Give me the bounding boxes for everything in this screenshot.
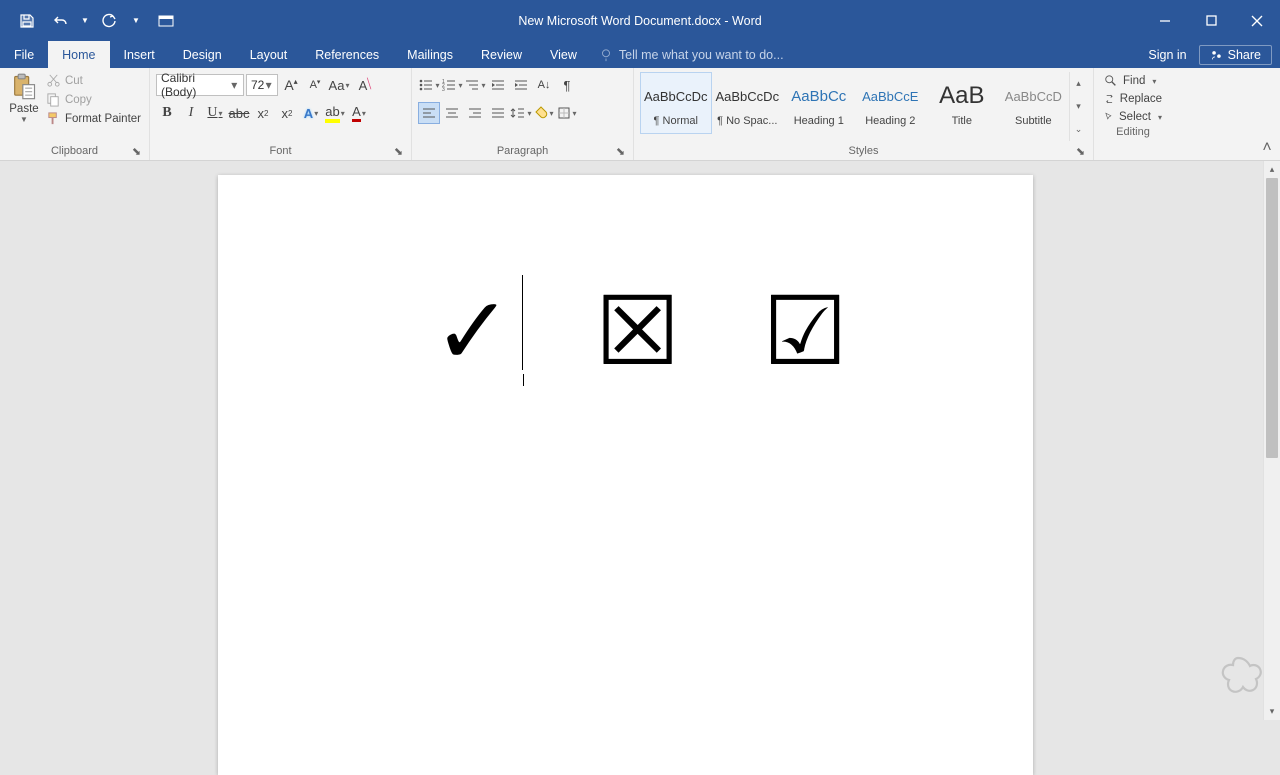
cut-button[interactable]: Cut [46,73,141,88]
superscript-button[interactable]: x2 [276,102,298,124]
underline-button[interactable]: U▾ [204,102,226,124]
increase-indent-button[interactable] [510,74,532,96]
tab-review[interactable]: Review [467,41,536,68]
tab-home[interactable]: Home [48,41,109,68]
tab-references[interactable]: References [301,41,393,68]
tab-design[interactable]: Design [169,41,236,68]
font-color-button[interactable]: A▾ [348,102,370,124]
styles-group-label: Styles⬊ [640,143,1087,160]
ribbon-tabs: File Home Insert Design Layout Reference… [0,41,1280,68]
text-cursor-ibeam [523,374,524,386]
highlight-button[interactable]: ab▾ [324,102,346,124]
document-area: ✓ ☒ ☑ [0,161,1280,720]
text-cursor [522,275,523,370]
replace-button[interactable]: Replace [1104,92,1162,106]
subscript-button[interactable]: x2 [252,102,274,124]
document-text[interactable]: ✓ ☒ ☑ [433,285,876,380]
paste-button[interactable]: Paste ▼ [6,70,42,124]
maximize-button[interactable] [1188,0,1234,41]
italic-button[interactable]: I [180,102,202,124]
style-heading-1[interactable]: AaBbCcHeading 1 [783,72,855,134]
window-controls [1142,0,1280,41]
style-heading-2[interactable]: AaBbCcEHeading 2 [855,72,927,134]
tell-me-search[interactable]: Tell me what you want to do... [599,41,784,68]
tab-mailings[interactable]: Mailings [393,41,467,68]
strikethrough-button[interactable]: abc [228,102,250,124]
multilevel-list-button[interactable]: ▾ [464,74,486,96]
grow-font-button[interactable]: A▴ [280,74,302,96]
sign-in-link[interactable]: Sign in [1148,48,1186,62]
style-no-spacing[interactable]: AaBbCcDc¶ No Spac... [712,72,784,134]
tab-view[interactable]: View [536,41,591,68]
tab-insert[interactable]: Insert [110,41,169,68]
bold-button[interactable]: B [156,102,178,124]
sort-button[interactable]: A↓ [533,74,555,96]
vertical-scrollbar[interactable]: ▴ ▾ [1263,161,1280,720]
decrease-indent-button[interactable] [487,74,509,96]
bullets-button[interactable]: ▾ [418,74,440,96]
svg-text:3: 3 [442,87,445,92]
title-bar: ▼ ▼ New Microsoft Word Document.docx - W… [0,0,1280,41]
font-size-combo[interactable]: 72▾ [246,74,278,96]
text-effects-button[interactable]: A▾ [300,102,322,124]
save-button[interactable] [10,0,44,41]
tab-layout[interactable]: Layout [236,41,302,68]
minimize-button[interactable] [1142,0,1188,41]
collapse-ribbon-button[interactable]: ˄ [1258,139,1276,157]
ribbon: Paste ▼ Cut Copy Format Painter Clipboar… [0,68,1280,161]
clipboard-dialog-launcher[interactable]: ⬊ [130,145,143,158]
share-label: Share [1228,48,1261,62]
shrink-font-button[interactable]: A▾ [304,74,326,96]
watermark-icon [1208,650,1268,710]
close-button[interactable] [1234,0,1280,41]
copy-button[interactable]: Copy [46,92,141,107]
select-button[interactable]: Select▾ [1104,110,1162,124]
line-spacing-button[interactable]: ▾ [510,102,532,124]
borders-button[interactable]: ▾ [556,102,578,124]
style-normal[interactable]: AaBbCcDc¶ Normal [640,72,712,134]
scroll-up-button[interactable]: ▴ [1264,161,1280,178]
paste-label: Paste [9,103,38,115]
tell-me-placeholder: Tell me what you want to do... [619,48,784,62]
style-title[interactable]: AaBTitle [926,72,998,134]
redo-button[interactable] [92,0,126,41]
styles-dialog-launcher[interactable]: ⬊ [1074,145,1087,158]
tab-file[interactable]: File [0,41,48,68]
quick-access-toolbar: ▼ ▼ [0,0,146,41]
format-painter-button[interactable]: Format Painter [46,111,141,126]
font-name-combo[interactable]: Calibri (Body)▾ [156,74,244,96]
undo-dropdown[interactable]: ▼ [78,0,92,41]
align-left-button[interactable] [418,102,440,124]
numbering-button[interactable]: 123▾ [441,74,463,96]
change-case-button[interactable]: Aa▾ [328,74,350,96]
shading-button[interactable]: ▾ [533,102,555,124]
style-subtitle[interactable]: AaBbCcDSubtitle [998,72,1070,134]
paragraph-group-label: Paragraph⬊ [418,143,627,160]
styles-gallery-more[interactable]: ▴▾⌄ [1069,72,1087,141]
clipboard-group-label: Clipboard⬊ [6,143,143,160]
window-title: New Microsoft Word Document.docx - Word [518,14,761,28]
show-paragraph-marks-button[interactable]: ¶ [556,74,578,96]
clear-formatting-button[interactable]: A⧹ [352,74,374,96]
find-button[interactable]: Find▾ [1104,74,1162,88]
justify-button[interactable] [487,102,509,124]
share-button[interactable]: Share [1199,45,1272,65]
font-group-label: Font⬊ [156,143,405,160]
undo-button[interactable] [44,0,78,41]
ribbon-display-options[interactable] [146,0,186,41]
scroll-thumb[interactable] [1266,178,1278,458]
document-page[interactable]: ✓ ☒ ☑ [218,175,1033,775]
align-right-button[interactable] [464,102,486,124]
paragraph-dialog-launcher[interactable]: ⬊ [614,145,627,158]
font-dialog-launcher[interactable]: ⬊ [392,145,405,158]
align-center-button[interactable] [441,102,463,124]
editing-group-label: Editing [1100,124,1166,141]
qat-customize[interactable]: ▼ [126,0,146,41]
